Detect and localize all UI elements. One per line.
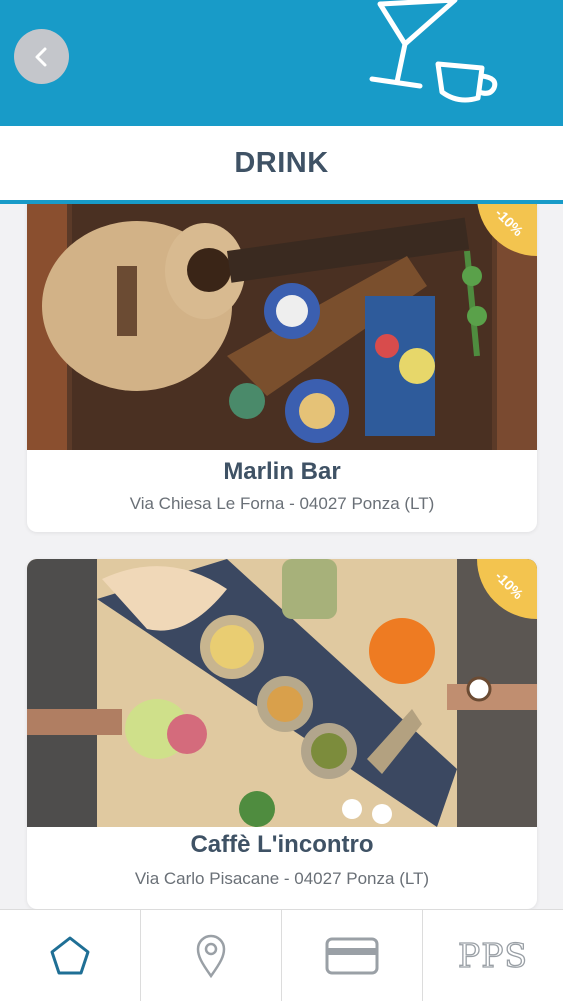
tab-home[interactable] bbox=[0, 910, 141, 1001]
venue-card-caffe-lincontro[interactable]: -10% Caffè L'incontro Via Carlo Pisacane… bbox=[27, 559, 537, 909]
venue-card-marlin-bar[interactable]: -10% Marlin Bar Via Chiesa Le Forna - 04… bbox=[27, 204, 537, 532]
coffee-cup-icon bbox=[435, 61, 498, 103]
venue-name: Marlin Bar bbox=[223, 458, 341, 485]
page-title-bar: DRINK bbox=[0, 126, 563, 204]
tab-card[interactable] bbox=[282, 910, 423, 1001]
venue-address: Via Carlo Pisacane - 04027 Ponza (LT) bbox=[134, 869, 430, 888]
venue-photo bbox=[27, 204, 537, 450]
back-button[interactable] bbox=[14, 29, 69, 84]
cocktail-glass-icon bbox=[369, 0, 458, 89]
venue-list[interactable]: -10% Marlin Bar Via Chiesa Le Forna - 04… bbox=[0, 204, 563, 909]
page-title: DRINK bbox=[234, 146, 329, 179]
venue-address: Via Chiesa Le Forna - 04027 Ponza (LT) bbox=[129, 494, 435, 513]
venue-photo bbox=[27, 559, 537, 827]
pps-logo: PPS bbox=[457, 935, 528, 975]
map-pin-icon bbox=[196, 934, 226, 978]
venue-name: Caffè L'incontro bbox=[190, 831, 374, 858]
tab-map[interactable] bbox=[141, 910, 282, 1001]
home-icon bbox=[50, 936, 90, 974]
chevron-left-icon bbox=[35, 47, 46, 66]
drinks-illustration bbox=[369, 0, 498, 103]
header-banner bbox=[0, 0, 563, 126]
credit-card-icon bbox=[325, 937, 379, 974]
bottom-tab-bar: PPS bbox=[0, 909, 563, 1001]
tab-pps[interactable]: PPS bbox=[423, 910, 563, 1001]
